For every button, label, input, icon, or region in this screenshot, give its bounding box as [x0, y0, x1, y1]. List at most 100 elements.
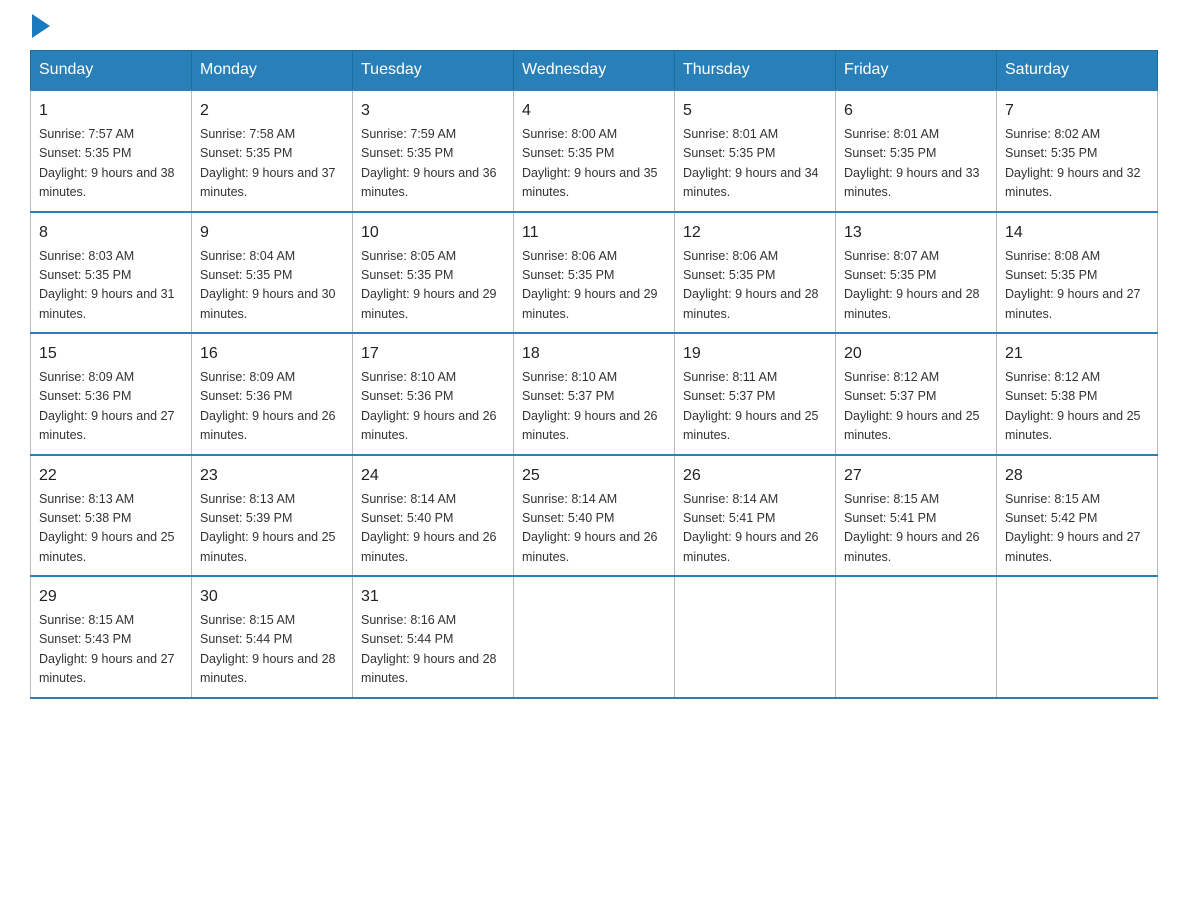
day-number: 8	[39, 221, 183, 245]
day-info: Sunrise: 7:58 AM Sunset: 5:35 PM Dayligh…	[200, 125, 344, 203]
logo-arrow-icon	[32, 14, 50, 38]
calendar-day-cell	[675, 576, 836, 698]
day-info: Sunrise: 8:13 AM Sunset: 5:38 PM Dayligh…	[39, 490, 183, 568]
calendar-week-row: 15 Sunrise: 8:09 AM Sunset: 5:36 PM Dayl…	[31, 333, 1158, 455]
calendar-day-cell: 22 Sunrise: 8:13 AM Sunset: 5:38 PM Dayl…	[31, 455, 192, 577]
day-info: Sunrise: 8:04 AM Sunset: 5:35 PM Dayligh…	[200, 247, 344, 325]
day-number: 1	[39, 99, 183, 123]
calendar-day-cell: 7 Sunrise: 8:02 AM Sunset: 5:35 PM Dayli…	[997, 90, 1158, 212]
calendar-day-cell: 21 Sunrise: 8:12 AM Sunset: 5:38 PM Dayl…	[997, 333, 1158, 455]
day-number: 26	[683, 464, 827, 488]
calendar-day-cell: 1 Sunrise: 7:57 AM Sunset: 5:35 PM Dayli…	[31, 90, 192, 212]
calendar-day-cell: 19 Sunrise: 8:11 AM Sunset: 5:37 PM Dayl…	[675, 333, 836, 455]
calendar-week-row: 8 Sunrise: 8:03 AM Sunset: 5:35 PM Dayli…	[31, 212, 1158, 334]
calendar-day-cell: 28 Sunrise: 8:15 AM Sunset: 5:42 PM Dayl…	[997, 455, 1158, 577]
calendar-day-cell	[514, 576, 675, 698]
day-info: Sunrise: 8:00 AM Sunset: 5:35 PM Dayligh…	[522, 125, 666, 203]
calendar-day-cell: 16 Sunrise: 8:09 AM Sunset: 5:36 PM Dayl…	[192, 333, 353, 455]
calendar-day-cell: 10 Sunrise: 8:05 AM Sunset: 5:35 PM Dayl…	[353, 212, 514, 334]
day-number: 27	[844, 464, 988, 488]
calendar-day-cell: 13 Sunrise: 8:07 AM Sunset: 5:35 PM Dayl…	[836, 212, 997, 334]
calendar-day-cell: 27 Sunrise: 8:15 AM Sunset: 5:41 PM Dayl…	[836, 455, 997, 577]
day-number: 9	[200, 221, 344, 245]
day-number: 31	[361, 585, 505, 609]
calendar-day-cell: 18 Sunrise: 8:10 AM Sunset: 5:37 PM Dayl…	[514, 333, 675, 455]
day-number: 14	[1005, 221, 1149, 245]
calendar-day-cell: 2 Sunrise: 7:58 AM Sunset: 5:35 PM Dayli…	[192, 90, 353, 212]
calendar-day-cell: 14 Sunrise: 8:08 AM Sunset: 5:35 PM Dayl…	[997, 212, 1158, 334]
calendar-day-cell: 30 Sunrise: 8:15 AM Sunset: 5:44 PM Dayl…	[192, 576, 353, 698]
day-info: Sunrise: 8:01 AM Sunset: 5:35 PM Dayligh…	[683, 125, 827, 203]
calendar-week-row: 1 Sunrise: 7:57 AM Sunset: 5:35 PM Dayli…	[31, 90, 1158, 212]
calendar-day-cell: 23 Sunrise: 8:13 AM Sunset: 5:39 PM Dayl…	[192, 455, 353, 577]
day-info: Sunrise: 8:05 AM Sunset: 5:35 PM Dayligh…	[361, 247, 505, 325]
calendar-table: SundayMondayTuesdayWednesdayThursdayFrid…	[30, 50, 1158, 699]
calendar-day-cell: 9 Sunrise: 8:04 AM Sunset: 5:35 PM Dayli…	[192, 212, 353, 334]
calendar-day-cell: 24 Sunrise: 8:14 AM Sunset: 5:40 PM Dayl…	[353, 455, 514, 577]
day-number: 7	[1005, 99, 1149, 123]
day-number: 28	[1005, 464, 1149, 488]
calendar-day-cell: 3 Sunrise: 7:59 AM Sunset: 5:35 PM Dayli…	[353, 90, 514, 212]
calendar-week-row: 22 Sunrise: 8:13 AM Sunset: 5:38 PM Dayl…	[31, 455, 1158, 577]
day-number: 5	[683, 99, 827, 123]
calendar-day-cell: 20 Sunrise: 8:12 AM Sunset: 5:37 PM Dayl…	[836, 333, 997, 455]
logo	[30, 20, 50, 30]
day-number: 19	[683, 342, 827, 366]
day-number: 2	[200, 99, 344, 123]
day-number: 11	[522, 221, 666, 245]
day-of-week-header: Thursday	[675, 51, 836, 91]
day-info: Sunrise: 8:15 AM Sunset: 5:42 PM Dayligh…	[1005, 490, 1149, 568]
day-number: 15	[39, 342, 183, 366]
day-info: Sunrise: 8:15 AM Sunset: 5:43 PM Dayligh…	[39, 611, 183, 689]
calendar-day-cell: 4 Sunrise: 8:00 AM Sunset: 5:35 PM Dayli…	[514, 90, 675, 212]
day-info: Sunrise: 8:14 AM Sunset: 5:41 PM Dayligh…	[683, 490, 827, 568]
day-info: Sunrise: 8:15 AM Sunset: 5:41 PM Dayligh…	[844, 490, 988, 568]
day-number: 25	[522, 464, 666, 488]
day-number: 16	[200, 342, 344, 366]
day-number: 12	[683, 221, 827, 245]
calendar-day-cell	[997, 576, 1158, 698]
day-info: Sunrise: 8:14 AM Sunset: 5:40 PM Dayligh…	[361, 490, 505, 568]
day-info: Sunrise: 7:57 AM Sunset: 5:35 PM Dayligh…	[39, 125, 183, 203]
day-of-week-header: Monday	[192, 51, 353, 91]
calendar-day-cell: 8 Sunrise: 8:03 AM Sunset: 5:35 PM Dayli…	[31, 212, 192, 334]
day-info: Sunrise: 7:59 AM Sunset: 5:35 PM Dayligh…	[361, 125, 505, 203]
day-number: 6	[844, 99, 988, 123]
calendar-day-cell: 25 Sunrise: 8:14 AM Sunset: 5:40 PM Dayl…	[514, 455, 675, 577]
calendar-header-row: SundayMondayTuesdayWednesdayThursdayFrid…	[31, 51, 1158, 91]
calendar-day-cell: 6 Sunrise: 8:01 AM Sunset: 5:35 PM Dayli…	[836, 90, 997, 212]
day-of-week-header: Sunday	[31, 51, 192, 91]
day-info: Sunrise: 8:09 AM Sunset: 5:36 PM Dayligh…	[200, 368, 344, 446]
day-of-week-header: Friday	[836, 51, 997, 91]
day-info: Sunrise: 8:06 AM Sunset: 5:35 PM Dayligh…	[522, 247, 666, 325]
day-info: Sunrise: 8:16 AM Sunset: 5:44 PM Dayligh…	[361, 611, 505, 689]
day-number: 20	[844, 342, 988, 366]
day-of-week-header: Saturday	[997, 51, 1158, 91]
day-number: 23	[200, 464, 344, 488]
day-info: Sunrise: 8:09 AM Sunset: 5:36 PM Dayligh…	[39, 368, 183, 446]
day-number: 17	[361, 342, 505, 366]
day-number: 13	[844, 221, 988, 245]
calendar-day-cell: 17 Sunrise: 8:10 AM Sunset: 5:36 PM Dayl…	[353, 333, 514, 455]
day-number: 10	[361, 221, 505, 245]
day-info: Sunrise: 8:06 AM Sunset: 5:35 PM Dayligh…	[683, 247, 827, 325]
day-number: 4	[522, 99, 666, 123]
day-info: Sunrise: 8:13 AM Sunset: 5:39 PM Dayligh…	[200, 490, 344, 568]
calendar-day-cell: 29 Sunrise: 8:15 AM Sunset: 5:43 PM Dayl…	[31, 576, 192, 698]
day-info: Sunrise: 8:02 AM Sunset: 5:35 PM Dayligh…	[1005, 125, 1149, 203]
calendar-day-cell: 12 Sunrise: 8:06 AM Sunset: 5:35 PM Dayl…	[675, 212, 836, 334]
day-number: 21	[1005, 342, 1149, 366]
calendar-day-cell: 11 Sunrise: 8:06 AM Sunset: 5:35 PM Dayl…	[514, 212, 675, 334]
day-info: Sunrise: 8:01 AM Sunset: 5:35 PM Dayligh…	[844, 125, 988, 203]
day-number: 18	[522, 342, 666, 366]
day-info: Sunrise: 8:08 AM Sunset: 5:35 PM Dayligh…	[1005, 247, 1149, 325]
day-info: Sunrise: 8:10 AM Sunset: 5:36 PM Dayligh…	[361, 368, 505, 446]
calendar-day-cell: 31 Sunrise: 8:16 AM Sunset: 5:44 PM Dayl…	[353, 576, 514, 698]
day-info: Sunrise: 8:10 AM Sunset: 5:37 PM Dayligh…	[522, 368, 666, 446]
day-number: 29	[39, 585, 183, 609]
day-info: Sunrise: 8:15 AM Sunset: 5:44 PM Dayligh…	[200, 611, 344, 689]
day-of-week-header: Tuesday	[353, 51, 514, 91]
calendar-day-cell: 26 Sunrise: 8:14 AM Sunset: 5:41 PM Dayl…	[675, 455, 836, 577]
calendar-week-row: 29 Sunrise: 8:15 AM Sunset: 5:43 PM Dayl…	[31, 576, 1158, 698]
day-of-week-header: Wednesday	[514, 51, 675, 91]
